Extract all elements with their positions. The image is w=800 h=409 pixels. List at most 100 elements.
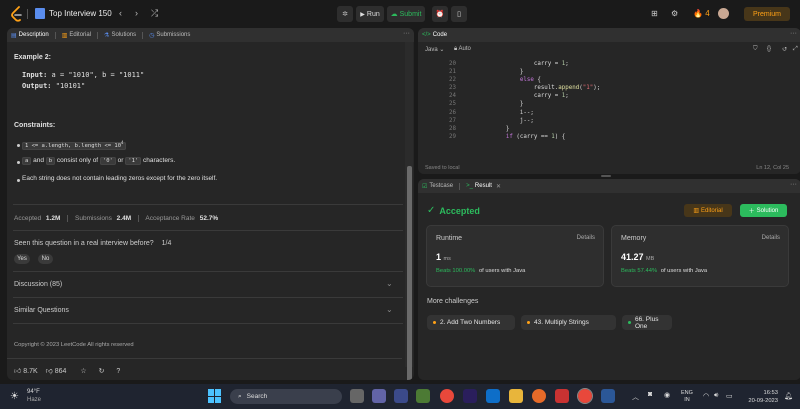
tab-testcase[interactable]: ☑ Testcase [422, 183, 453, 190]
similar-questions-section[interactable]: Similar Questions [14, 307, 69, 314]
battery-icon[interactable]: ▭ [726, 392, 733, 400]
divider [97, 31, 99, 39]
weather-sun-icon[interactable]: ☀ [10, 391, 19, 402]
runtime-beats-pct: Beats 100.00% [436, 268, 476, 274]
panel-resize-handle[interactable] [601, 175, 611, 177]
leetcode-logo-icon[interactable] [10, 6, 24, 22]
yes-button[interactable]: Yes [14, 254, 30, 264]
alarm-icon: ⏰ [435, 11, 445, 18]
word-icon[interactable] [601, 389, 615, 403]
next-problem-button[interactable]: › [135, 8, 138, 18]
close-icon[interactable]: ✕ [496, 183, 501, 190]
weather-widget[interactable]: 94°F Haze [27, 388, 41, 404]
line-number: 28 [449, 125, 456, 132]
language-select[interactable]: Java ⌄ [425, 46, 444, 53]
chrome-icon[interactable] [440, 389, 454, 403]
submit-button[interactable]: ☁ Submit [387, 6, 425, 22]
layout-grid-icon[interactable]: ⊞ [651, 9, 658, 18]
share-icon[interactable]: ↻ [99, 368, 105, 375]
more-options-icon[interactable]: ··· [790, 181, 797, 188]
chevron-down-icon[interactable]: ⌄ [386, 279, 393, 288]
tab-code[interactable]: </> Code [422, 32, 447, 38]
challenge-item[interactable]: 43. Multiply Strings [521, 315, 616, 330]
auto-mode[interactable]: 🔒︎ Auto [454, 46, 471, 53]
clock[interactable]: 16:53 20-09-2023 [742, 389, 778, 405]
tab-result[interactable]: >_ Result ✕ [466, 183, 501, 190]
input-language[interactable]: ENG IN [681, 390, 693, 404]
expand-icon[interactable]: ⤢ [793, 46, 798, 53]
wifi-icon[interactable]: ◠ [703, 392, 709, 400]
braces-icon[interactable]: {} [767, 46, 771, 52]
prev-problem-button[interactable]: ‹ [119, 8, 122, 18]
premiere-icon[interactable] [463, 389, 477, 403]
notification-bell-icon[interactable]: 🔔︎ [784, 392, 793, 400]
app-tray-icon[interactable]: ◉ [664, 391, 670, 399]
run-button[interactable]: ▶ Run [356, 6, 384, 22]
premium-button[interactable]: Premium [744, 7, 790, 21]
code-brackets-icon: </> [422, 32, 431, 38]
windows-start-icon[interactable] [208, 389, 222, 403]
tab-solutions[interactable]: ⚗ Solutions [104, 32, 136, 39]
challenge-item[interactable]: 66. Plus One [622, 315, 672, 330]
firefox-icon[interactable] [532, 389, 546, 403]
more-options-icon[interactable]: ··· [790, 30, 797, 37]
tab-label: Testcase [429, 183, 454, 189]
constraint-1-code: 1 <= a.length, b.length <= 104 [22, 140, 127, 150]
runtime-details-link[interactable]: Details [577, 235, 595, 241]
shuffle-button[interactable]: ⤮ [151, 8, 158, 19]
settings-gear-icon[interactable]: ⚙ [671, 9, 678, 18]
accepted-status: ✓ Accepted [427, 205, 480, 216]
debug-button[interactable]: ✲ [337, 6, 353, 22]
discussion-section[interactable]: Discussion (85) [14, 281, 62, 288]
code-editor[interactable]: carry = 1; } else { result.append("1"); … [478, 60, 600, 141]
notes-button[interactable]: ▯ [451, 6, 467, 22]
teams-icon[interactable] [372, 389, 386, 403]
tab-description[interactable]: ▤ Description [11, 32, 49, 39]
app-icon[interactable] [555, 389, 569, 403]
task-view-icon[interactable] [350, 389, 364, 403]
tab-label: Code [432, 32, 448, 38]
tab-submissions[interactable]: ◷ Submissions [149, 32, 190, 39]
search-placeholder: Search [246, 393, 268, 400]
more-options-icon[interactable]: ··· [403, 30, 410, 37]
bookmark-icon[interactable]: ⛉ [753, 46, 758, 53]
book-icon: ▥ [693, 208, 699, 214]
line-number: 21 [449, 69, 456, 76]
app-icon[interactable] [416, 389, 430, 403]
difficulty-dot-icon [628, 321, 631, 324]
problem-list-icon[interactable] [35, 8, 45, 19]
divider [13, 323, 403, 324]
help-icon[interactable]: ? [116, 368, 120, 375]
app-icon[interactable] [394, 389, 408, 403]
bullet [17, 161, 20, 164]
tab-editorial[interactable]: ▥ Editorial [62, 32, 91, 39]
timer-button[interactable]: ⏰ [432, 6, 448, 22]
file-explorer-icon[interactable] [509, 389, 523, 403]
problem-list-title[interactable]: Top Interview 150 [49, 9, 112, 18]
runtime-card[interactable]: Runtime Details 1 ms Beats 100.00% of us… [426, 225, 604, 287]
difficulty-dot-icon [433, 321, 436, 324]
star-icon[interactable]: ☆ [80, 368, 86, 375]
bullet [17, 144, 20, 147]
chevron-down-icon[interactable]: ⌄ [386, 305, 393, 314]
memory-details-link[interactable]: Details [762, 235, 780, 241]
user-avatar[interactable] [718, 8, 729, 19]
editorial-button[interactable]: ▥ Editorial [684, 204, 732, 217]
reset-icon[interactable]: ↺ [782, 46, 787, 53]
challenge-title: 43. Multiply Strings [534, 319, 589, 326]
solution-button[interactable]: ＋ Solution [740, 204, 787, 217]
volume-icon[interactable]: 🔊︎ [714, 392, 718, 400]
no-button[interactable]: No [38, 254, 53, 264]
chevron-up-icon[interactable]: ︿ [632, 392, 639, 402]
thumbs-down-icon[interactable]: 👎︎ [46, 368, 53, 375]
vscode-icon[interactable] [486, 389, 500, 403]
chrome-active-icon[interactable] [577, 388, 593, 404]
scrollbar-thumb[interactable] [407, 166, 412, 380]
memory-card[interactable]: Memory Details 41.27 MB Beats 57.44% of … [611, 225, 789, 287]
app-tray-icon[interactable]: ◙ [648, 391, 652, 398]
taskbar-search[interactable]: ⌕ Search [230, 389, 342, 404]
challenge-item[interactable]: 2. Add Two Numbers [427, 315, 515, 330]
thumbs-up-icon[interactable]: 👍︎ [14, 368, 21, 375]
streak-counter[interactable]: 🔥 4 [693, 9, 710, 18]
code-panel-header: </> Code ··· [418, 28, 800, 42]
